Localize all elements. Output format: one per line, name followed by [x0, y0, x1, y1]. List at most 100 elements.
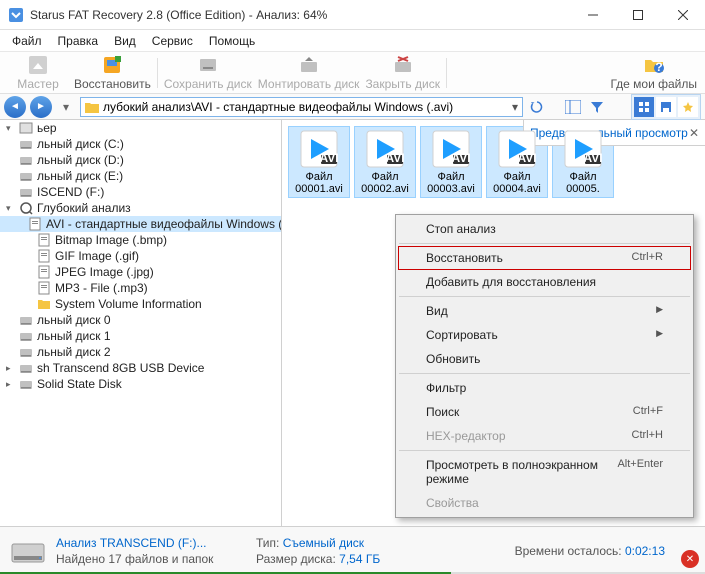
svg-text:AVI: AVI	[517, 151, 536, 165]
preview-close-button[interactable]: ✕	[689, 126, 699, 140]
tree-icon	[19, 121, 33, 135]
menu-file[interactable]: Файл	[4, 32, 50, 50]
close-disk-icon	[392, 54, 414, 76]
statusbar: Анализ TRANSCEND (F:)... Найдено 17 файл…	[0, 526, 705, 574]
view-icons-group	[631, 94, 701, 120]
tree-item[interactable]: MP3 - File (.mp3)	[0, 280, 281, 296]
tree-item[interactable]: ▾Глубокий анализ	[0, 200, 281, 216]
save-disk-button[interactable]: Сохранить диск	[164, 54, 252, 91]
tree-icon	[19, 201, 33, 215]
menu-service[interactable]: Сервис	[144, 32, 201, 50]
menu-view[interactable]: Вид	[106, 32, 144, 50]
tree-item[interactable]: ISCEND (F:)	[0, 184, 281, 200]
context-menu-item[interactable]: Сортировать▶	[398, 323, 691, 347]
svg-text:?: ?	[655, 60, 662, 74]
context-menu-item[interactable]: Стоп анализ	[398, 217, 691, 241]
stop-button[interactable]: ✕	[681, 550, 699, 568]
chevron-down-icon[interactable]: ▾	[512, 100, 518, 114]
titlebar: Starus FAT Recovery 2.8 (Office Edition)…	[0, 0, 705, 30]
address-bar[interactable]: лубокий анализ\AVI - стандартные видеофа…	[80, 97, 523, 117]
tree-icon	[37, 297, 51, 311]
tree-icon	[19, 329, 33, 343]
tree-icon	[19, 345, 33, 359]
tree-item[interactable]: AVI - стандартные видеофайлы Windows (.a…	[0, 216, 281, 232]
mount-disk-icon	[298, 54, 320, 76]
svg-text:AVI: AVI	[319, 151, 338, 165]
avi-file-icon: AVI	[431, 129, 471, 169]
view-save-button[interactable]	[656, 97, 676, 117]
tree-icon	[19, 153, 33, 167]
folder-icon	[85, 101, 99, 113]
tree-icon	[19, 361, 33, 375]
avi-file-icon: AVI	[497, 129, 537, 169]
nav-forward-button[interactable]: ►	[30, 96, 52, 118]
nav-down-button[interactable]: ▾	[56, 97, 76, 117]
context-menu-item: Свойства	[398, 491, 691, 515]
where-files-button[interactable]: ? Где мои файлы	[610, 54, 697, 91]
context-menu-item[interactable]: Вид▶	[398, 299, 691, 323]
tree-item[interactable]: ▾ьер	[0, 120, 281, 136]
tree-panel: ▾ьерльный диск (C:)льный диск (D:)льный …	[0, 120, 282, 526]
window-title: Starus FAT Recovery 2.8 (Office Edition)…	[30, 8, 570, 22]
tree-item[interactable]: Bitmap Image (.bmp)	[0, 232, 281, 248]
tree-toggle-button[interactable]	[563, 97, 583, 117]
avi-file-icon: AVI	[299, 129, 339, 169]
menu-help[interactable]: Помощь	[201, 32, 263, 50]
app-icon	[8, 7, 24, 23]
close-button[interactable]	[660, 0, 705, 30]
refresh-button[interactable]	[527, 97, 547, 117]
folder-question-icon: ?	[643, 54, 665, 76]
menu-edit[interactable]: Правка	[50, 32, 107, 50]
tree-icon	[19, 169, 33, 183]
tree-icon	[19, 313, 33, 327]
tree-icon	[37, 249, 51, 263]
context-menu-item[interactable]: Добавить для восстановления	[398, 270, 691, 294]
context-menu-item[interactable]: Фильтр	[398, 376, 691, 400]
navbar: ◄ ► ▾ лубокий анализ\AVI - стандартные в…	[0, 94, 705, 120]
maximize-button[interactable]	[615, 0, 660, 30]
tree-item[interactable]: льный диск (D:)	[0, 152, 281, 168]
file-item[interactable]: AVIФайл00002.avi	[354, 126, 416, 198]
menubar: Файл Правка Вид Сервис Помощь	[0, 30, 705, 52]
mount-disk-button[interactable]: Монтировать диск	[258, 54, 360, 91]
context-menu-item[interactable]: Просмотреть в полноэкранном режимеAlt+En…	[398, 453, 691, 491]
file-item[interactable]: AVIФайл00001.avi	[288, 126, 350, 198]
context-menu: Стоп анализ ВосстановитьCtrl+RДобавить дл…	[395, 214, 694, 518]
tree-icon	[37, 265, 51, 279]
tree-item[interactable]: GIF Image (.gif)	[0, 248, 281, 264]
minimize-button[interactable]	[570, 0, 615, 30]
tree-item[interactable]: System Volume Information	[0, 296, 281, 312]
tree-item[interactable]: льный диск 2	[0, 344, 281, 360]
save-disk-icon	[197, 54, 219, 76]
analysis-label: Анализ TRANSCEND (F:)...	[56, 536, 256, 550]
wizard-button[interactable]: Мастер	[8, 54, 68, 91]
view-icons-button[interactable]	[634, 97, 654, 117]
svg-text:AVI: AVI	[583, 151, 602, 165]
toolbar: Мастер Восстановить Сохранить диск Монти…	[0, 52, 705, 94]
tree-icon	[37, 233, 51, 247]
close-disk-button[interactable]: Закрыть диск	[365, 54, 440, 91]
tree-icon	[19, 137, 33, 151]
tree-icon	[19, 377, 33, 391]
recover-icon	[101, 54, 123, 76]
tree-item[interactable]: льный диск 1	[0, 328, 281, 344]
view-star-button[interactable]	[678, 97, 698, 117]
file-item[interactable]: AVIФайл00003.avi	[420, 126, 482, 198]
tree-item[interactable]: JPEG Image (.jpg)	[0, 264, 281, 280]
recover-button[interactable]: Восстановить	[74, 54, 151, 91]
tree-item[interactable]: льный диск (C:)	[0, 136, 281, 152]
wizard-icon	[27, 54, 49, 76]
context-menu-item[interactable]: ВосстановитьCtrl+R	[398, 246, 691, 270]
context-menu-item[interactable]: ПоискCtrl+F	[398, 400, 691, 424]
tree-item[interactable]: ▸sh Transcend 8GB USB Device	[0, 360, 281, 376]
tree-item[interactable]: льный диск 0	[0, 312, 281, 328]
tree-icon	[37, 281, 51, 295]
context-menu-item[interactable]: Обновить	[398, 347, 691, 371]
svg-text:AVI: AVI	[451, 151, 470, 165]
nav-back-button[interactable]: ◄	[4, 96, 26, 118]
svg-text:AVI: AVI	[385, 151, 404, 165]
found-label: Найдено 17 файлов и папок	[56, 552, 256, 566]
filter-button[interactable]	[587, 97, 607, 117]
tree-item[interactable]: ▸Solid State Disk	[0, 376, 281, 392]
tree-item[interactable]: льный диск (E:)	[0, 168, 281, 184]
